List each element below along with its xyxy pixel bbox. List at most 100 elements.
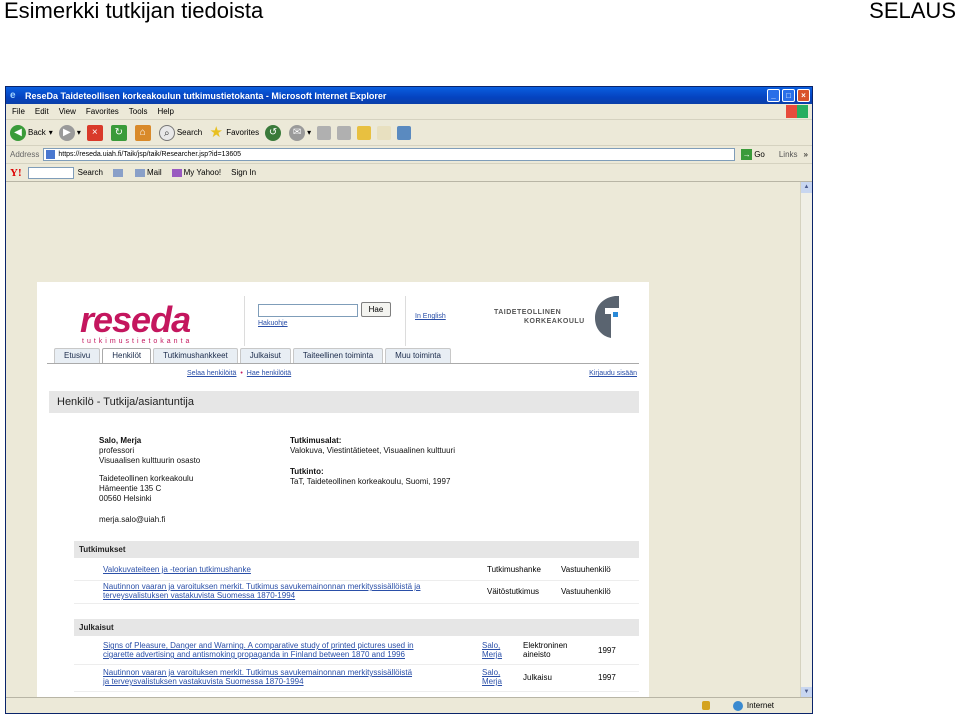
yahoo-logo[interactable]: Y! [10, 167, 22, 179]
yahoo-menu-button[interactable] [112, 168, 125, 177]
project-title-line2[interactable]: terveysvalistuksen vastakuvista Suomessa… [103, 591, 420, 600]
ie-icon: e [10, 90, 16, 101]
site-search-button[interactable]: Hae [361, 302, 391, 317]
yahoo-toolbar: Y! Search Mail My Yahoo! Sign In [6, 164, 812, 182]
project-role: Vastuuhenkilö [561, 587, 611, 596]
discuss-icon[interactable] [357, 125, 372, 140]
tab-etusivu[interactable]: Etusivu [54, 348, 101, 363]
go-arrow-icon: → [741, 149, 753, 160]
refresh-button[interactable]: ↻ [110, 124, 129, 141]
chevron-down-icon[interactable]: ▾ [307, 128, 311, 137]
window-title: ReseDa Taideteollisen korkeakoulun tutki… [25, 90, 387, 101]
publication-title-line2[interactable]: ja terveysvalistuksen vastakuvista Suome… [103, 677, 412, 686]
publication-title-line2[interactable]: cigarette advertising and antismoking pr… [103, 650, 414, 659]
tab-henkilot[interactable]: Henkilöt [102, 348, 152, 364]
address-input[interactable]: https://reseda.uiah.fi/Taik/jsp/taik/Res… [43, 148, 736, 161]
forward-arrow-icon: ▶ [58, 124, 75, 141]
author-line1[interactable]: Salo, [482, 668, 502, 677]
type-line1: Julkaisu [523, 673, 552, 682]
links-label[interactable]: Links [779, 150, 798, 159]
yahoo-sign-in-label: Sign In [231, 168, 257, 177]
yahoo-sign-in-button[interactable]: Sign In [231, 168, 256, 177]
menu-help[interactable]: Help [157, 107, 173, 116]
history-button[interactable]: ↺ [265, 124, 283, 141]
address-url: https://reseda.uiah.fi/Taik/jsp/taik/Res… [58, 151, 242, 158]
institution-name: TAIDETEOLLINEN KORKEAKOULU [494, 308, 585, 326]
separator-dot: • [240, 370, 243, 377]
site-search-input[interactable] [258, 304, 358, 317]
yahoo-mail-button[interactable]: Mail [134, 168, 162, 177]
menu-tools[interactable]: Tools [129, 107, 148, 116]
search-persons-link[interactable]: Hae henkilöitä [247, 370, 291, 377]
home-button[interactable]: ⌂ [134, 124, 153, 141]
header-divider [405, 296, 406, 346]
address-label: Address [10, 150, 40, 159]
publication-title-link[interactable]: Nautinnon vaaran ja varoituksen merkit. … [103, 668, 412, 686]
yahoo-search-input[interactable] [27, 166, 74, 179]
person-email[interactable]: merja.salo@uiah.fi [99, 515, 200, 525]
menu-favorites[interactable]: Favorites [86, 107, 119, 116]
language-link[interactable]: In English [415, 313, 446, 320]
search-help-link[interactable]: Hakuohje [258, 320, 288, 327]
forward-button[interactable]: ▶ ▾ [58, 124, 81, 141]
print-icon[interactable] [317, 125, 332, 140]
close-button[interactable]: × [797, 89, 810, 102]
project-title-link[interactable]: Nautinnon vaaran ja varoituksen merkit. … [103, 582, 420, 600]
project-type: Tutkimushanke [487, 565, 541, 574]
author-line2[interactable]: Merja [482, 677, 502, 686]
go-label: Go [754, 150, 765, 159]
person-department: Visuaalisen kulttuurin osasto [99, 456, 201, 465]
go-button[interactable]: → Go [741, 149, 765, 160]
maximize-button[interactable]: □ [782, 89, 795, 102]
menu-edit[interactable]: Edit [35, 107, 49, 116]
security-zone: Internet [732, 700, 774, 711]
author-line2[interactable]: Merja [482, 650, 502, 659]
yahoo-search-button[interactable]: Search [78, 168, 103, 177]
menu-icon [112, 168, 123, 177]
publication-title-line1[interactable]: Signs of Pleasure, Danger and Warning. A… [103, 641, 414, 650]
person-street: Hämeentie 135 C [99, 484, 162, 493]
search-button[interactable]: ⌕ Search [158, 124, 202, 141]
reseda-logo[interactable]: reseda tutkimustietokanta [80, 302, 192, 346]
login-link[interactable]: Kirjaudu sisään [589, 370, 637, 377]
back-button[interactable]: ◀ Back ▾ [10, 124, 53, 141]
research-icon[interactable] [377, 125, 392, 140]
chevron-right-icon[interactable]: » [804, 150, 808, 159]
tab-muu-toiminta[interactable]: Muu toiminta [385, 348, 451, 363]
mail-icon [134, 168, 145, 177]
stop-button[interactable]: × [86, 124, 105, 141]
scroll-up-icon[interactable]: ▲ [801, 182, 812, 193]
institution-line2: KORKEAKOULU [524, 318, 585, 325]
publication-author-link[interactable]: Salo, Merja [482, 668, 502, 686]
degree-value: TaT, Taideteollinen korkeakoulu, Suomi, … [290, 477, 451, 486]
tab-julkaisut[interactable]: Julkaisut [239, 348, 291, 363]
chevron-down-icon[interactable]: ▾ [49, 128, 53, 137]
edit-icon[interactable] [337, 125, 352, 140]
search-icon: ⌕ [158, 124, 175, 141]
favorites-button[interactable]: ★ Favorites [208, 124, 259, 141]
project-title-line1[interactable]: Nautinnon vaaran ja varoituksen merkit. … [103, 582, 420, 591]
zone-label: Internet [746, 701, 774, 710]
tab-taiteellinen-toiminta[interactable]: Taiteellinen toiminta [292, 348, 384, 363]
reseda-page: reseda tutkimustietokanta Hae Hakuohje I… [37, 282, 649, 713]
publication-author-link[interactable]: Salo, Merja [482, 641, 502, 659]
publication-title-line1[interactable]: Nautinnon vaaran ja varoituksen merkit. … [103, 668, 412, 677]
menu-view[interactable]: View [59, 107, 76, 116]
vertical-scrollbar[interactable]: ▲ ▼ [800, 182, 812, 698]
messenger-icon[interactable] [397, 125, 412, 140]
tab-tutkimushankkeet[interactable]: Tutkimushankkeet [153, 348, 238, 363]
page-title: Henkilö - Tutkija/asiantuntija [49, 391, 639, 413]
project-title-link[interactable]: Valokuvateiteen ja -teorian tutkimushank… [103, 565, 251, 574]
author-line1[interactable]: Salo, [482, 641, 502, 650]
yahoo-search-label: Search [77, 168, 103, 177]
minimize-button[interactable]: _ [767, 89, 780, 102]
chevron-down-icon[interactable]: ▾ [77, 128, 81, 137]
publication-title-link[interactable]: Signs of Pleasure, Danger and Warning. A… [103, 641, 414, 659]
browse-persons-link[interactable]: Selaa henkilöitä [187, 370, 236, 377]
slide-section-label: SELAUS [869, 0, 956, 23]
lock-icon [702, 701, 710, 710]
mail-button[interactable]: ✉ ▾ [289, 124, 311, 141]
my-yahoo-button[interactable]: My Yahoo! [171, 168, 221, 177]
menu-file[interactable]: File [12, 107, 25, 116]
window-titlebar[interactable]: e ReseDa Taideteollisen korkeakoulun tut… [6, 87, 812, 104]
